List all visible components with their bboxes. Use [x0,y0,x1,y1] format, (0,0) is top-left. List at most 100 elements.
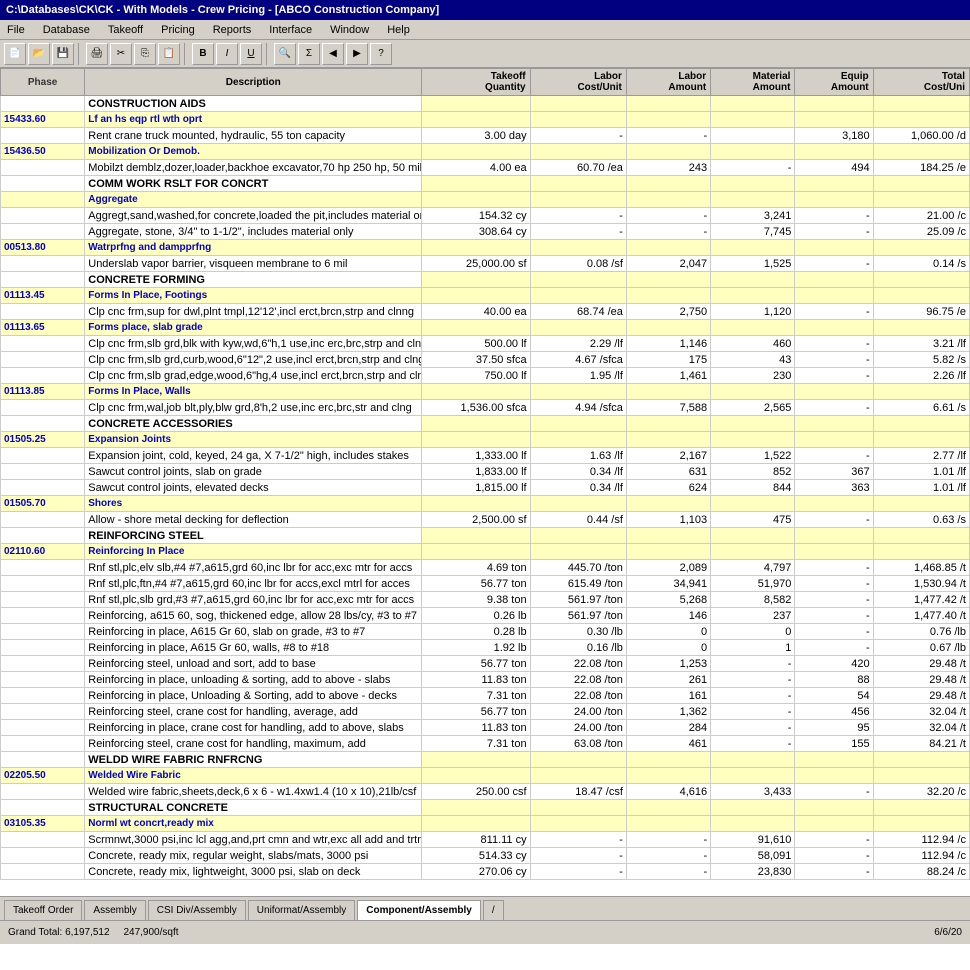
tab-assembly[interactable]: Assembly [84,900,145,920]
table-row[interactable]: Rnf stl,plc,ftn,#4 #7,a615,grd 60,inc lb… [1,576,970,592]
table-row[interactable]: Rnf stl,plc,elv slb,#4 #7,a615,grd 60,in… [1,560,970,576]
cell-ma [711,816,795,832]
header-total-cost-unit: TotalCost/Uni [873,69,969,96]
table-row[interactable]: Reinforcing steel, crane cost for handli… [1,704,970,720]
table-row[interactable]: Aggregate [1,192,970,208]
tb-copy[interactable]: ⎘ [134,43,156,65]
table-row[interactable]: STRUCTURAL CONCRETE [1,800,970,816]
tb-new[interactable]: 📄 [4,43,26,65]
table-row[interactable]: Aggregt,sand,washed,for concrete,loaded … [1,208,970,224]
table-row[interactable]: Welded wire fabric,sheets,deck,6 x 6 - w… [1,784,970,800]
tb-underline[interactable]: U [240,43,262,65]
menu-database[interactable]: Database [40,23,93,37]
cell-tcu [873,432,969,448]
table-row[interactable]: CONSTRUCTION AIDS [1,96,970,112]
menu-pricing[interactable]: Pricing [158,23,198,37]
tb-zoom[interactable]: 🔍 [274,43,296,65]
tab-component[interactable]: Component/Assembly [357,900,481,920]
table-row[interactable]: Clp cnc frm,slb grd,curb,wood,6"12",2 us… [1,352,970,368]
table-row[interactable]: Reinforcing in place, Unloading & Sortin… [1,688,970,704]
menu-help[interactable]: Help [384,23,413,37]
tb-help[interactable]: ? [370,43,392,65]
table-row[interactable]: Sawcut control joints, slab on grade 1,8… [1,464,970,480]
table-row[interactable]: CONCRETE ACCESSORIES [1,416,970,432]
table-row[interactable]: 15436.50 Mobilization Or Demob. [1,144,970,160]
cell-lcu: 445.70 /ton [530,560,626,576]
table-row[interactable]: Clp cnc frm,slb grad,edge,wood,6"hg,4 us… [1,368,970,384]
table-row[interactable]: 01113.45 Forms In Place, Footings [1,288,970,304]
cell-takeoff: 56.77 ton [422,576,530,592]
table-row[interactable]: COMM WORK RSLT FOR CONCRT [1,176,970,192]
table-row[interactable]: Clp cnc frm,sup for dwl,plnt tmpl,12'12'… [1,304,970,320]
tb-bold[interactable]: B [192,43,214,65]
tab-extra[interactable]: / [483,900,504,920]
table-row[interactable]: 01113.85 Forms In Place, Walls [1,384,970,400]
cell-desc: Rnf stl,plc,slb grd,#3 #7,a615,grd 60,in… [85,592,422,608]
table-row[interactable]: CONCRETE FORMING [1,272,970,288]
menu-interface[interactable]: Interface [266,23,315,37]
cell-desc: Forms place, slab grade [85,320,422,336]
tab-takeoff-order[interactable]: Takeoff Order [4,900,82,920]
cell-tcu [873,192,969,208]
table-row[interactable]: Reinforcing, a615 60, sog, thickened edg… [1,608,970,624]
tb-cut[interactable]: ✂ [110,43,132,65]
cell-desc: Rnf stl,plc,ftn,#4 #7,a615,grd 60,inc lb… [85,576,422,592]
tb-arrow-left[interactable]: ◀ [322,43,344,65]
table-row[interactable]: WELDD WIRE FABRIC RNFRCNG [1,752,970,768]
table-row[interactable]: Rnf stl,plc,slb grd,#3 #7,a615,grd 60,in… [1,592,970,608]
table-row[interactable]: 02205.50 Welded Wire Fabric [1,768,970,784]
table-row[interactable]: Reinforcing in place, unloading & sortin… [1,672,970,688]
menu-reports[interactable]: Reports [210,23,255,37]
cell-la [626,384,710,400]
table-row[interactable]: Clp cnc frm,wal,job blt,ply,blw grd,8'h,… [1,400,970,416]
table-row[interactable]: Mobilzt demblz,dozer,loader,backhoe exca… [1,160,970,176]
table-row[interactable]: Scrmnwt,3000 psi,inc lcl agg,and,prt cmn… [1,832,970,848]
table-row[interactable]: 01505.70 Shores [1,496,970,512]
tb-print[interactable]: 🖨 [86,43,108,65]
cell-ma: 230 [711,368,795,384]
tb-save[interactable]: 💾 [52,43,74,65]
cell-tcu [873,176,969,192]
table-row[interactable]: 00513.80 Watrprfng and dampprfng [1,240,970,256]
cell-ea: - [795,512,873,528]
tb-paste[interactable]: 📋 [158,43,180,65]
tb-open[interactable]: 📂 [28,43,50,65]
table-row[interactable]: Underslab vapor barrier, visqueen membra… [1,256,970,272]
table-row[interactable]: Sawcut control joints, elevated decks 1,… [1,480,970,496]
tb-arrow-right[interactable]: ▶ [346,43,368,65]
table-row[interactable]: Reinforcing steel, unload and sort, add … [1,656,970,672]
table-row[interactable]: Rent crane truck mounted, hydraulic, 55 … [1,128,970,144]
table-row[interactable]: 01505.25 Expansion Joints [1,432,970,448]
cell-la: 5,268 [626,592,710,608]
table-row[interactable]: REINFORCING STEEL [1,528,970,544]
table-row[interactable]: 01113.65 Forms place, slab grade [1,320,970,336]
table-row[interactable]: Reinforcing in place, A615 Gr 60, slab o… [1,624,970,640]
cell-lcu [530,800,626,816]
menu-file[interactable]: File [4,23,28,37]
cell-desc: STRUCTURAL CONCRETE [85,800,422,816]
table-row[interactable]: Reinforcing in place, crane cost for han… [1,720,970,736]
tb-italic[interactable]: I [216,43,238,65]
table-row[interactable]: 02110.60 Reinforcing In Place [1,544,970,560]
tb-sum[interactable]: Σ [298,43,320,65]
cell-desc: Reinforcing in place, unloading & sortin… [85,672,422,688]
table-row[interactable]: Concrete, ready mix, lightweight, 3000 p… [1,864,970,880]
table-row[interactable]: Concrete, ready mix, regular weight, sla… [1,848,970,864]
cell-la [626,288,710,304]
table-row[interactable]: Clp cnc frm,slb grd,blk with kyw,wd,6"h,… [1,336,970,352]
table-row[interactable]: Reinforcing in place, A615 Gr 60, walls,… [1,640,970,656]
table-row[interactable]: 03105.35 Norml wt concrt,ready mix [1,816,970,832]
cell-la: 0 [626,624,710,640]
cell-ea: - [795,592,873,608]
tab-uniformat[interactable]: Uniformat/Assembly [248,900,355,920]
table-row[interactable]: Aggregate, stone, 3/4" to 1-1/2", includ… [1,224,970,240]
table-row[interactable]: Expansion joint, cold, keyed, 24 ga, X 7… [1,448,970,464]
table-row[interactable]: Reinforcing steel, crane cost for handli… [1,736,970,752]
tab-csi-div[interactable]: CSI Div/Assembly [148,900,246,920]
menu-window[interactable]: Window [327,23,372,37]
header-description: Description [85,69,422,96]
menu-takeoff[interactable]: Takeoff [105,23,146,37]
table-row[interactable]: Allow - shore metal decking for deflecti… [1,512,970,528]
title-bar: C:\Databases\CK\CK - With Models - Crew … [0,0,970,20]
table-row[interactable]: 15433.60 Lf an hs eqp rtl wth oprt [1,112,970,128]
